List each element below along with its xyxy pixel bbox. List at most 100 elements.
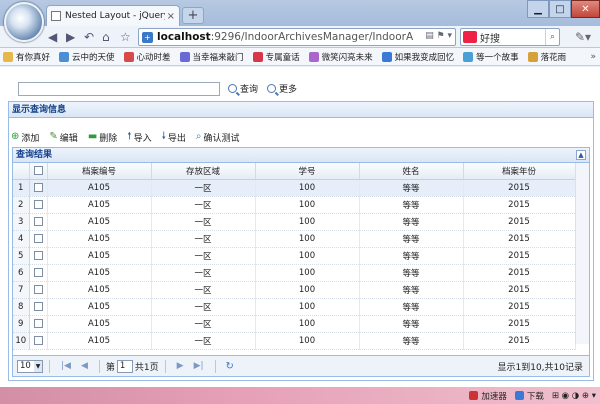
cell-archive-year: 2015 — [463, 230, 576, 248]
table-row[interactable]: 8 A105 一区 100 等等 2015 — [13, 298, 576, 316]
row-checkbox[interactable] — [29, 315, 48, 333]
prev-page-icon[interactable]: ◀ — [81, 361, 88, 371]
tab-close-icon[interactable]: × — [167, 11, 175, 22]
results-grid: 查询结果 ▲ 档案编号 存放区域 学号 姓名 档案年份 1 A105 一区 10… — [12, 147, 590, 377]
search-go-icon[interactable]: ⌕ — [545, 29, 559, 45]
search-engine-icon — [463, 31, 477, 43]
download-button[interactable]: 下载 — [514, 390, 544, 402]
accelerator-button[interactable]: 加速器 — [469, 390, 507, 402]
bookmark-item[interactable]: 云中的天使 — [59, 51, 115, 63]
new-tab-button[interactable]: + — [182, 7, 204, 24]
last-page-icon[interactable]: ▶| — [194, 361, 204, 371]
bookmark-icon — [463, 51, 474, 62]
bookmark-label: 落花雨 — [540, 52, 567, 63]
checkbox-icon — [33, 301, 43, 311]
cell-archive-id: A105 — [47, 213, 152, 231]
bookmark-item[interactable]: 心动时差 — [123, 51, 171, 63]
column-header-year[interactable]: 档案年份 — [463, 163, 576, 180]
row-checkbox[interactable] — [29, 298, 48, 316]
bookmark-item[interactable]: 等一个故事 — [463, 51, 519, 63]
row-number: 2 — [13, 196, 30, 214]
cell-student-id: 100 — [255, 264, 360, 282]
settings-wrench-icon[interactable]: ✎▾ — [575, 30, 591, 44]
row-checkbox[interactable] — [29, 230, 48, 248]
bookmarks-more-icon[interactable]: » — [590, 52, 596, 62]
bookmark-item[interactable]: 有你真好 — [3, 51, 50, 63]
table-row[interactable]: 2 A105 一区 100 等等 2015 — [13, 196, 576, 214]
bookmark-item[interactable]: 落花雨 — [527, 51, 567, 63]
row-checkbox[interactable] — [29, 281, 48, 299]
search-button[interactable]: 查询 — [228, 82, 258, 95]
forward-icon[interactable]: ▶ — [66, 30, 75, 44]
accelerator-icon — [469, 391, 479, 400]
row-checkbox[interactable] — [29, 264, 48, 282]
status-tools-icon[interactable]: ⊞ ◉ ◑ ⊕ ▾ — [552, 391, 596, 401]
column-header-student-id[interactable]: 学号 — [255, 163, 360, 180]
select-all-checkbox[interactable] — [29, 163, 48, 180]
row-checkbox[interactable] — [29, 213, 48, 231]
grid-toolbar: ⊕ 添加 ✎ 编辑 ▬ 删除 🠕 导入 🠗 导出 ⌕ 确认测试 — [11, 130, 250, 144]
browser-tab[interactable]: Nested Layout - jQuery Ea × — [46, 5, 180, 26]
next-page-icon[interactable]: ▶ — [177, 361, 184, 371]
import-button[interactable]: 🠕 导入 — [127, 131, 151, 144]
row-checkbox[interactable] — [29, 247, 48, 265]
undo-icon[interactable]: ↶ — [84, 30, 94, 44]
bookmark-icon — [179, 51, 190, 62]
column-header-id[interactable]: 档案编号 — [47, 163, 152, 180]
table-row[interactable]: 4 A105 一区 100 等等 2015 — [13, 230, 576, 248]
search-box[interactable]: 好搜 ⌕ — [460, 28, 560, 46]
more-button[interactable]: 更多 — [267, 82, 297, 95]
bookmark-item[interactable]: 微笑闪亮未来 — [308, 51, 373, 63]
favorite-star-icon[interactable]: ☆ — [120, 30, 131, 44]
table-row[interactable]: 7 A105 一区 100 等等 2015 — [13, 281, 576, 299]
bookmark-item[interactable]: 专属童话 — [252, 51, 300, 63]
cell-name: 等等 — [359, 247, 464, 265]
collapse-panel-icon[interactable]: ▲ — [576, 150, 586, 160]
refresh-icon[interactable]: ↻ — [226, 361, 234, 372]
add-icon: ⊕ — [11, 131, 20, 142]
maximize-button[interactable]: □ — [549, 0, 571, 18]
bookmark-icon — [381, 51, 392, 62]
first-page-icon[interactable]: |◀ — [61, 361, 71, 371]
column-header-area[interactable]: 存放区域 — [151, 163, 256, 180]
table-row[interactable]: 1 A105 一区 100 等等 2015 — [13, 179, 576, 197]
page-size-select[interactable]: 10 ▼ — [17, 359, 43, 373]
page-number-input[interactable]: 1 — [116, 359, 133, 373]
cell-student-id: 100 — [255, 247, 360, 265]
checkbox-icon — [33, 199, 43, 209]
export-button[interactable]: 🠗 导出 — [162, 131, 186, 144]
cell-storage-area: 一区 — [151, 179, 256, 197]
row-checkbox[interactable] — [29, 179, 48, 197]
address-dropdown-icon[interactable]: ▤ ⚑ ▾ — [425, 31, 452, 41]
minimize-button[interactable]: ▁ — [527, 0, 549, 18]
delete-icon: ▬ — [87, 131, 98, 142]
add-button[interactable]: ⊕ 添加 — [11, 131, 39, 144]
delete-button[interactable]: ▬ 删除 — [88, 131, 117, 144]
row-checkbox[interactable] — [29, 332, 48, 350]
table-row[interactable]: 3 A105 一区 100 等等 2015 — [13, 213, 576, 231]
table-row[interactable]: 10 A105 一区 100 等等 2015 — [13, 332, 576, 350]
confirm-search-icon: ⌕ — [195, 131, 202, 142]
column-header-name[interactable]: 姓名 — [359, 163, 464, 180]
confirm-test-button[interactable]: ⌕ 确认测试 — [196, 131, 240, 144]
search-icon — [228, 84, 237, 93]
address-bar[interactable]: + localhost:9296/IndoorArchivesManager/I… — [138, 28, 456, 46]
edit-button[interactable]: ✎ 编辑 — [49, 131, 77, 144]
bookmark-item[interactable]: 当幸福来敲门 — [179, 51, 244, 63]
cell-archive-year: 2015 — [463, 298, 576, 316]
grid-scrollbar[interactable] — [575, 163, 589, 344]
home-icon[interactable]: ⌂ — [102, 30, 110, 44]
more-button-label: 更多 — [279, 85, 298, 95]
row-checkbox[interactable] — [29, 196, 48, 214]
table-row[interactable]: 9 A105 一区 100 等等 2015 — [13, 315, 576, 333]
table-row[interactable]: 6 A105 一区 100 等等 2015 — [13, 264, 576, 282]
close-window-button[interactable]: ✕ — [571, 0, 600, 18]
cell-archive-id: A105 — [47, 298, 152, 316]
row-number: 4 — [13, 230, 30, 248]
query-input[interactable] — [18, 82, 220, 96]
back-icon[interactable]: ◀ — [48, 30, 57, 44]
bookmark-item[interactable]: 如果我变成回忆 — [381, 51, 454, 63]
pager-separator — [49, 359, 50, 373]
checkbox-icon — [33, 284, 43, 294]
table-row[interactable]: 5 A105 一区 100 等等 2015 — [13, 247, 576, 265]
